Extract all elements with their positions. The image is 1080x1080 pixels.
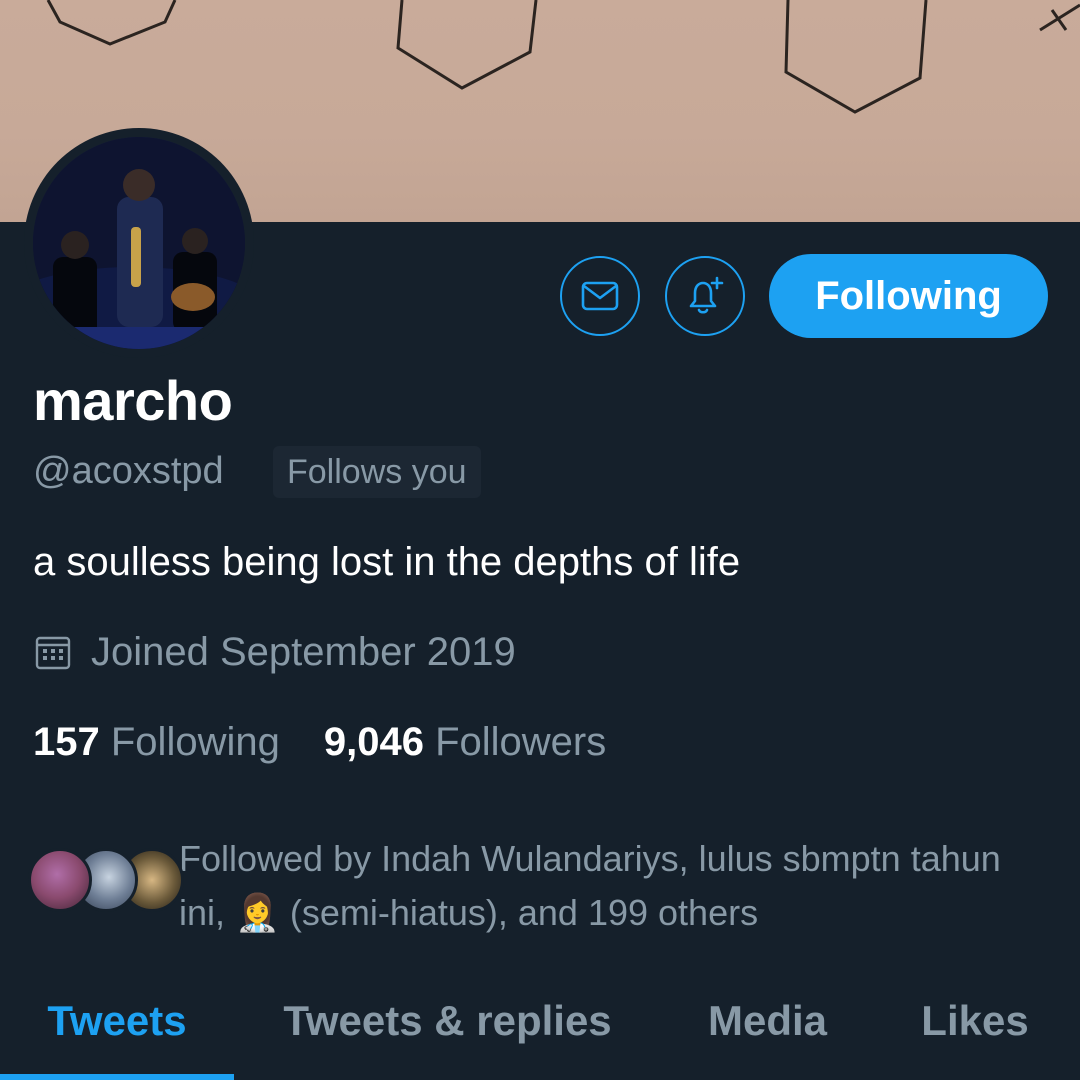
active-tab-indicator: [0, 1074, 234, 1080]
tab-tweets-replies[interactable]: Tweets & replies: [250, 985, 645, 1080]
message-button[interactable]: [560, 256, 640, 336]
followers-count: 9,046: [323, 720, 424, 764]
joined-text: Joined September 2019: [91, 630, 516, 674]
following-count: 157: [33, 720, 100, 764]
follow-stats: 157 Following 9,046 Followers: [33, 720, 606, 765]
mutual-followers-avatars[interactable]: [28, 848, 184, 914]
followers-label: Followers: [435, 720, 607, 764]
mail-icon: [580, 276, 620, 316]
followers-stat[interactable]: 9,046 Followers: [324, 720, 606, 764]
following-stat[interactable]: 157 Following: [33, 720, 280, 764]
tab-tweets[interactable]: Tweets: [0, 985, 234, 1080]
profile-tabs: Tweets Tweets & replies Media Likes: [0, 985, 1080, 1080]
handle: @acoxstpd: [33, 450, 224, 492]
follows-you-badge: Follows you: [273, 446, 481, 498]
following-label: Following: [110, 720, 280, 764]
followed-by-text[interactable]: Followed by Indah Wulandariys, lulus sbm…: [179, 832, 1039, 940]
calendar-icon: [33, 633, 73, 673]
tab-media[interactable]: Media: [680, 985, 855, 1080]
tab-likes[interactable]: Likes: [895, 985, 1055, 1080]
bell-plus-icon: [683, 274, 727, 318]
display-name: marcho: [33, 369, 233, 432]
bio: a soulless being lost in the depths of l…: [33, 540, 741, 584]
notifications-button[interactable]: [665, 256, 745, 336]
avatar[interactable]: [24, 128, 254, 358]
following-button[interactable]: Following: [769, 254, 1048, 338]
avatar-photo: [33, 137, 245, 349]
joined-date: Joined September 2019: [33, 630, 516, 675]
mutual-avatar: [28, 848, 92, 912]
